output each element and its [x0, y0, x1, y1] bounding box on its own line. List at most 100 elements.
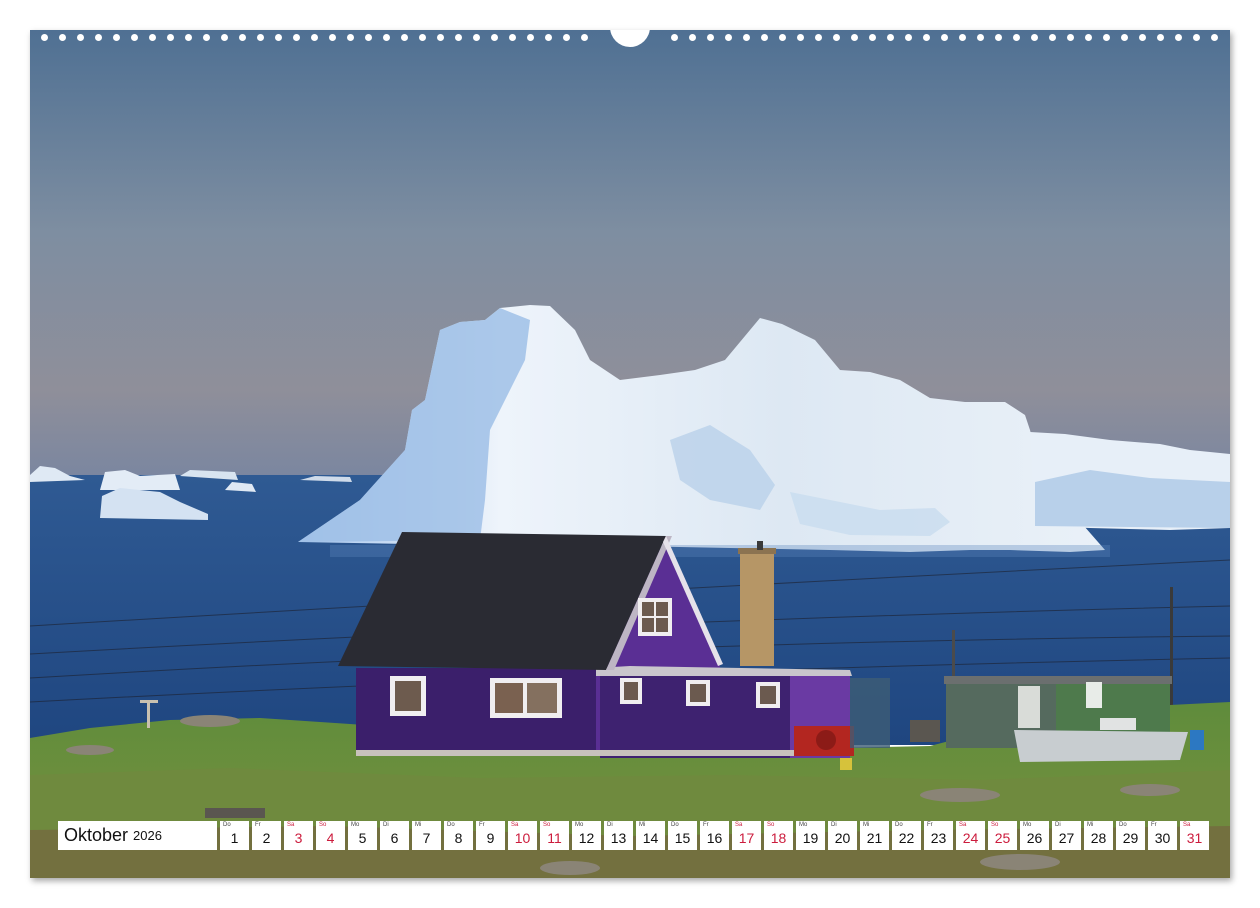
day-of-week: Do — [447, 822, 455, 828]
day-number: 14 — [642, 830, 659, 846]
binding-hole — [869, 34, 876, 41]
binding-hole — [221, 34, 228, 41]
day-number: 23 — [930, 830, 947, 846]
binding-hole — [995, 34, 1002, 41]
binding-hole — [959, 34, 966, 41]
day-of-week: Do — [223, 822, 231, 828]
binding-hole — [1211, 34, 1218, 41]
day-cell: Fr 2 — [252, 821, 281, 850]
day-number: 24 — [962, 830, 979, 846]
day-cell: Do 15 — [668, 821, 697, 850]
month-label: Oktober 2026 — [58, 821, 217, 850]
day-cell: Mo 19 — [796, 821, 825, 850]
day-of-week: Fr — [927, 822, 933, 828]
day-of-week: So — [319, 822, 327, 828]
binding-hole — [275, 34, 282, 41]
binding-hole — [1193, 34, 1200, 41]
binding-hole — [1121, 34, 1128, 41]
day-number: 15 — [674, 830, 691, 846]
day-number: 4 — [326, 830, 335, 846]
day-cell: Mi 7 — [412, 821, 441, 850]
binding-hole — [725, 34, 732, 41]
binding-hole — [203, 34, 210, 41]
day-of-week: Mo — [351, 822, 360, 828]
day-of-week: Sa — [959, 822, 967, 828]
binding-hole — [401, 34, 408, 41]
binding-hole — [743, 34, 750, 41]
day-of-week: Mo — [1023, 822, 1032, 828]
day-of-week: So — [991, 822, 999, 828]
day-of-week: Di — [607, 822, 613, 828]
day-cell: So 11 — [540, 821, 569, 850]
binding-hole — [851, 34, 858, 41]
binding-strip — [30, 30, 1230, 47]
binding-hole — [923, 34, 930, 41]
day-number: 21 — [866, 830, 883, 846]
day-of-week: Sa — [287, 822, 295, 828]
day-cell: Fr 23 — [924, 821, 953, 850]
day-of-week: Mi — [639, 822, 646, 828]
binding-hole — [113, 34, 120, 41]
month-name: Oktober — [64, 825, 129, 845]
day-cell: Fr 9 — [476, 821, 505, 850]
day-cell: Do 22 — [892, 821, 921, 850]
day-of-week: Mi — [1087, 822, 1094, 828]
day-of-week: Di — [383, 822, 389, 828]
day-number: 17 — [738, 830, 755, 846]
day-cell: Mi 21 — [860, 821, 889, 850]
binding-hole — [257, 34, 264, 41]
day-number: 10 — [514, 830, 531, 846]
day-number: 19 — [802, 830, 819, 846]
day-number: 20 — [834, 830, 851, 846]
day-number: 27 — [1058, 830, 1075, 846]
day-number: 7 — [422, 830, 431, 846]
binding-hole — [545, 34, 552, 41]
day-cell: So 25 — [988, 821, 1017, 850]
day-cell: Sa 3 — [284, 821, 313, 850]
day-of-week: So — [767, 822, 775, 828]
day-cell: Sa 24 — [956, 821, 985, 850]
binding-hole — [347, 34, 354, 41]
day-number: 1 — [230, 830, 239, 846]
binding-hole — [833, 34, 840, 41]
binding-hole — [689, 34, 696, 41]
day-number: 3 — [294, 830, 303, 846]
day-of-week: Fr — [1151, 822, 1157, 828]
day-cell: Di 27 — [1052, 821, 1081, 850]
binding-hole — [293, 34, 300, 41]
binding-hole — [1103, 34, 1110, 41]
binding-hole — [1085, 34, 1092, 41]
binding-hole — [419, 34, 426, 41]
binding-hole — [527, 34, 534, 41]
day-number: 28 — [1090, 830, 1107, 846]
binding-hole — [941, 34, 948, 41]
binding-hole — [59, 34, 66, 41]
day-of-week: Do — [671, 822, 679, 828]
hanger-notch — [610, 30, 650, 47]
binding-hole — [437, 34, 444, 41]
binding-hole — [491, 34, 498, 41]
day-cell: Mi 28 — [1084, 821, 1113, 850]
day-number: 26 — [1026, 830, 1043, 846]
binding-hole — [1049, 34, 1056, 41]
day-number: 11 — [547, 830, 562, 846]
day-of-week: Do — [895, 822, 903, 828]
day-cell: Sa 31 — [1180, 821, 1209, 850]
day-of-week: Sa — [1183, 822, 1191, 828]
day-of-week: Sa — [511, 822, 519, 828]
day-of-week: Sa — [735, 822, 743, 828]
binding-hole — [797, 34, 804, 41]
day-cell: Sa 10 — [508, 821, 537, 850]
binding-hole — [1175, 34, 1182, 41]
day-number: 25 — [994, 830, 1011, 846]
day-of-week: So — [543, 822, 551, 828]
day-number: 5 — [358, 830, 367, 846]
calendar-page: Oktober 2026 Do 1 Fr 2 Sa 3 So 4 Mo 5 Di 6 Mi 7 Do 8 Fr 9… — [30, 30, 1230, 878]
day-of-week: Mi — [415, 822, 422, 828]
day-of-week: Di — [1055, 822, 1061, 828]
day-cell: Sa 17 — [732, 821, 761, 850]
binding-hole — [311, 34, 318, 41]
binding-hole — [1157, 34, 1164, 41]
day-number: 9 — [486, 830, 495, 846]
binding-hole — [815, 34, 822, 41]
